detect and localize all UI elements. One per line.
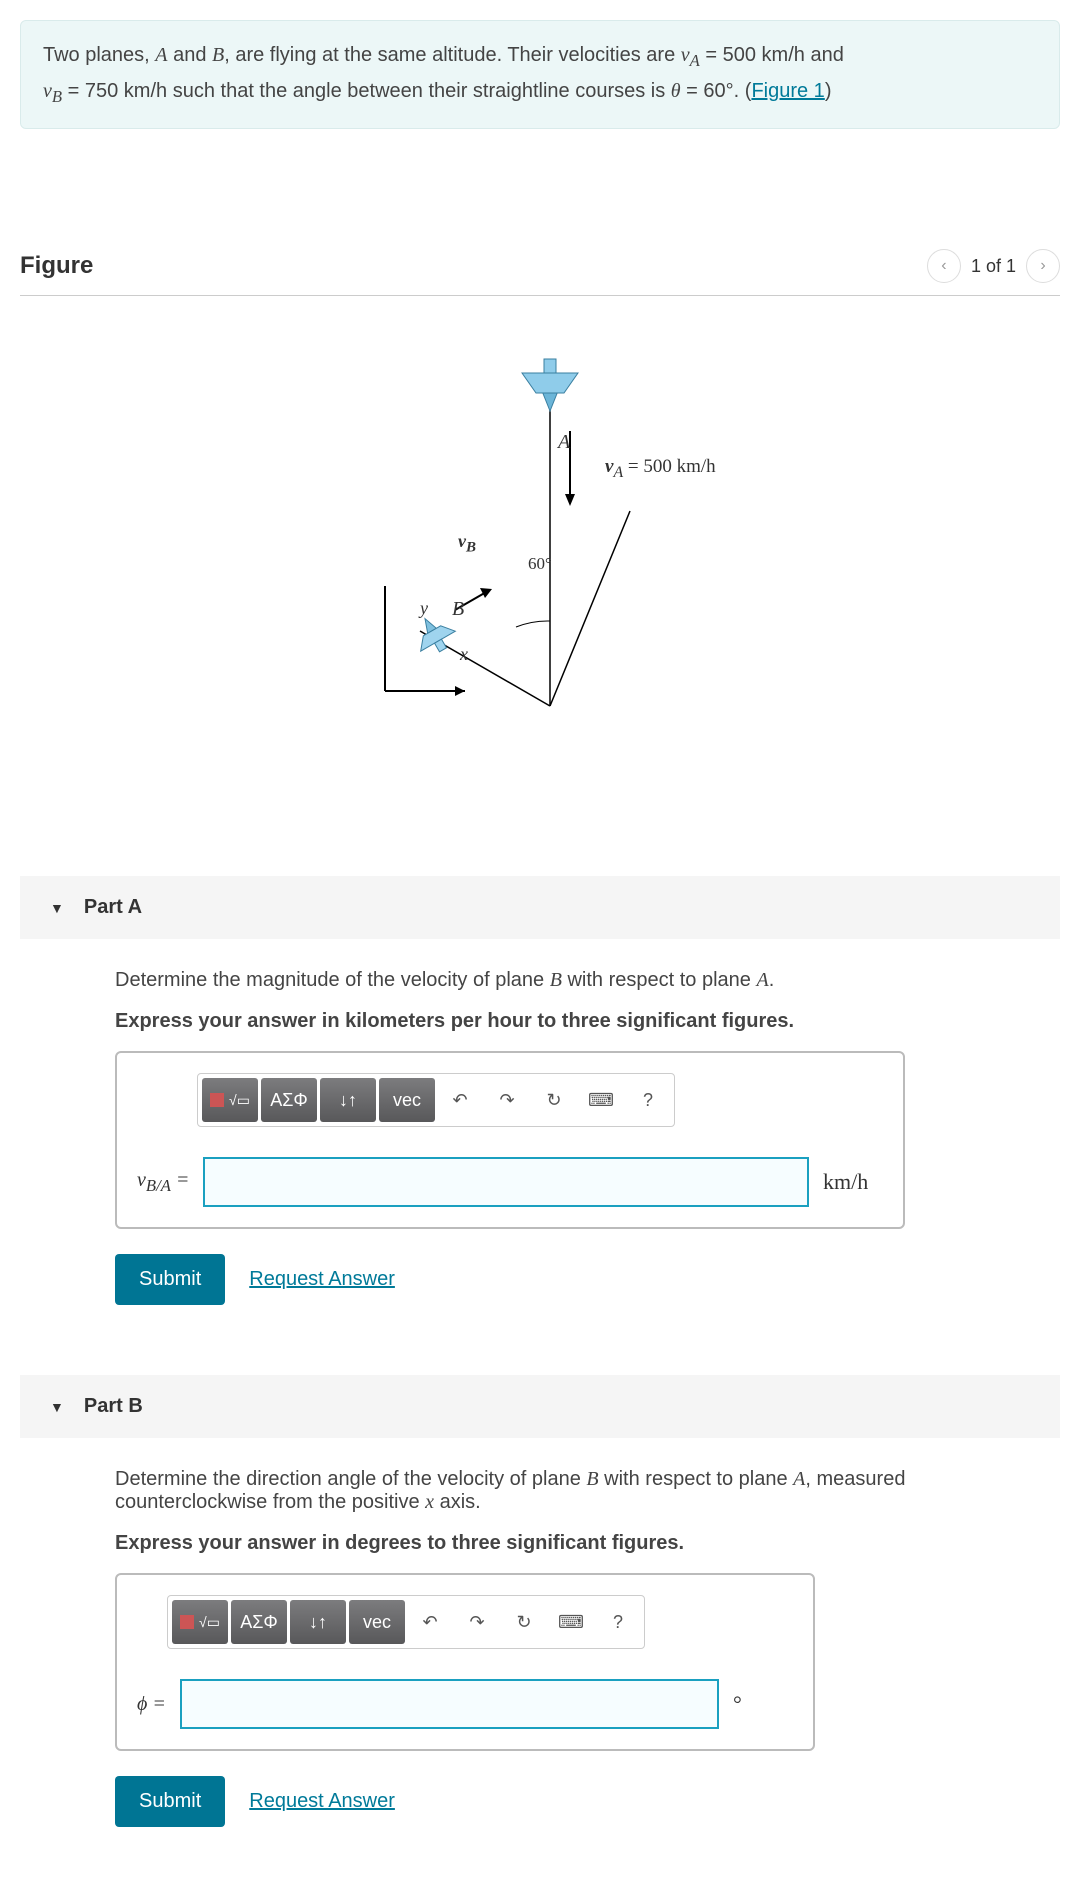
reset-button[interactable]: ↻ [532, 1078, 576, 1122]
part-b-instruction: Express your answer in degrees to three … [115, 1532, 1030, 1555]
part-a-request-answer-link[interactable]: Request Answer [249, 1268, 395, 1291]
figure-prev-button[interactable]: ‹ [927, 249, 961, 283]
reset-button[interactable]: ↻ [502, 1600, 546, 1644]
redo-button[interactable]: ↷ [485, 1078, 529, 1122]
caret-down-icon: ▼ [50, 1399, 64, 1415]
subsup-button[interactable]: ↓↑ [290, 1600, 346, 1644]
part-b-unit: ° [733, 1691, 793, 1717]
figure-diagram: A vA = 500 km/h vB 60° B y x [20, 336, 1060, 816]
part-a-input-label: vB/A = [137, 1169, 189, 1196]
part-b-question: Determine the direction angle of the vel… [115, 1468, 1030, 1514]
help-button[interactable]: ? [596, 1600, 640, 1644]
figure-next-button[interactable]: › [1026, 249, 1060, 283]
label-x: x [460, 644, 468, 665]
part-a-answer-input[interactable] [203, 1157, 809, 1207]
redo-button[interactable]: ↷ [455, 1600, 499, 1644]
part-a-unit: km/h [823, 1169, 883, 1195]
keyboard-button[interactable]: ⌨ [579, 1078, 623, 1122]
keyboard-button[interactable]: ⌨ [549, 1600, 593, 1644]
part-a-instruction: Express your answer in kilometers per ho… [115, 1010, 1030, 1033]
part-b-request-answer-link[interactable]: Request Answer [249, 1790, 395, 1813]
figure-pager: ‹ 1 of 1 › [927, 249, 1060, 283]
templates-button[interactable]: √▭ [202, 1078, 258, 1122]
label-angle: 60° [528, 554, 552, 574]
templates-button[interactable]: √▭ [172, 1600, 228, 1644]
part-b-title: Part B [84, 1395, 143, 1418]
part-a-question: Determine the magnitude of the velocity … [115, 969, 1030, 992]
undo-button[interactable]: ↶ [438, 1078, 482, 1122]
help-button[interactable]: ? [626, 1078, 670, 1122]
caret-down-icon: ▼ [50, 900, 64, 916]
part-b-body: Determine the direction angle of the vel… [20, 1438, 1060, 1877]
label-vA: vA = 500 km/h [605, 456, 716, 482]
figure-link[interactable]: Figure 1 [751, 80, 824, 102]
part-a-title: Part A [84, 896, 142, 919]
vec-button[interactable]: vec [349, 1600, 405, 1644]
vec-button[interactable]: vec [379, 1078, 435, 1122]
subsup-button[interactable]: ↓↑ [320, 1078, 376, 1122]
figure-pager-text: 1 of 1 [971, 256, 1016, 277]
part-b-header[interactable]: ▼ Part B [20, 1375, 1060, 1438]
greek-button[interactable]: ΑΣΦ [231, 1600, 287, 1644]
undo-button[interactable]: ↶ [408, 1600, 452, 1644]
part-a-submit-button[interactable]: Submit [115, 1254, 225, 1305]
part-a-header[interactable]: ▼ Part A [20, 876, 1060, 939]
greek-button[interactable]: ΑΣΦ [261, 1078, 317, 1122]
label-B: B [452, 598, 464, 621]
equation-toolbar: √▭ ΑΣΦ ↓↑ vec ↶ ↷ ↻ ⌨ ? [197, 1073, 675, 1127]
part-a-answer-box: √▭ ΑΣΦ ↓↑ vec ↶ ↷ ↻ ⌨ ? vB/A = km/h [115, 1051, 905, 1229]
equation-toolbar: √▭ ΑΣΦ ↓↑ vec ↶ ↷ ↻ ⌨ ? [167, 1595, 645, 1649]
part-a-body: Determine the magnitude of the velocity … [20, 939, 1060, 1355]
label-vB: vB [458, 531, 476, 557]
figure-header: Figure ‹ 1 of 1 › [20, 249, 1060, 296]
problem-statement: Two planes, A and B, are flying at the s… [20, 20, 1060, 129]
part-b-answer-input[interactable] [180, 1679, 719, 1729]
label-y: y [420, 598, 428, 619]
part-b-input-label: ϕ = [137, 1693, 166, 1716]
label-A: A [558, 431, 570, 454]
figure-title: Figure [20, 252, 93, 280]
part-b-answer-box: √▭ ΑΣΦ ↓↑ vec ↶ ↷ ↻ ⌨ ? ϕ = ° [115, 1573, 815, 1751]
part-b-submit-button[interactable]: Submit [115, 1776, 225, 1827]
